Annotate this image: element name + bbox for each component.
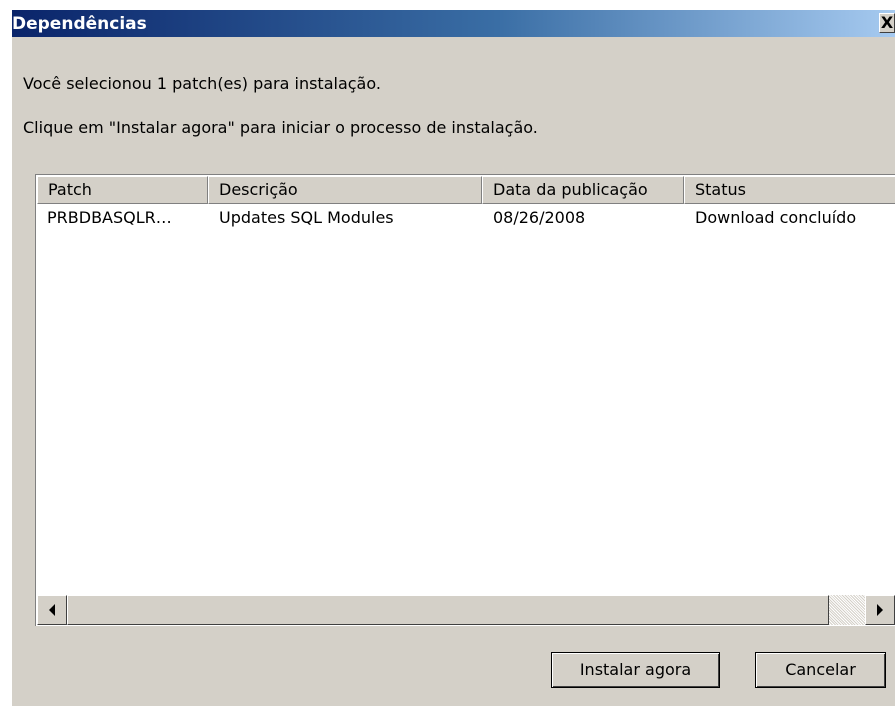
scroll-left-button[interactable] — [37, 595, 67, 625]
column-header-description[interactable]: Descrição — [208, 176, 482, 204]
arrow-right-icon — [877, 604, 883, 616]
window-title: Dependências — [12, 14, 147, 34]
arrow-left-icon — [49, 604, 55, 616]
title-bar[interactable]: Dependências X — [12, 10, 895, 37]
cell-description: Updates SQL Modules — [219, 208, 394, 227]
cell-status: Download concluído — [695, 208, 857, 227]
patch-list[interactable]: Patch Descrição Data da publicação Statu… — [35, 174, 895, 626]
cell-publish-date: 08/26/2008 — [493, 208, 586, 227]
cell-patch: PRBDBASQLR… — [47, 208, 172, 227]
column-header-patch[interactable]: Patch — [37, 176, 208, 204]
dependencies-dialog: Dependências X Você selecionou 1 patch(e… — [12, 10, 895, 706]
install-now-button[interactable]: Instalar agora — [551, 652, 720, 688]
table-row[interactable]: PRBDBASQLR… Updates SQL Modules 08/26/20… — [36, 205, 895, 231]
instruction-message: Clique em "Instalar agora" para iniciar … — [23, 118, 538, 137]
cancel-button[interactable]: Cancelar — [755, 652, 886, 688]
horizontal-scrollbar[interactable] — [37, 595, 895, 625]
scroll-right-button[interactable] — [865, 595, 895, 625]
list-header: Patch Descrição Data da publicação Statu… — [36, 176, 895, 204]
close-button[interactable]: X — [879, 13, 895, 33]
column-header-status[interactable]: Status — [684, 176, 895, 204]
column-header-publish-date[interactable]: Data da publicação — [482, 176, 684, 204]
close-icon: X — [880, 13, 894, 32]
scrollbar-thumb[interactable] — [67, 595, 829, 625]
selection-message: Você selecionou 1 patch(es) para instala… — [23, 74, 381, 93]
